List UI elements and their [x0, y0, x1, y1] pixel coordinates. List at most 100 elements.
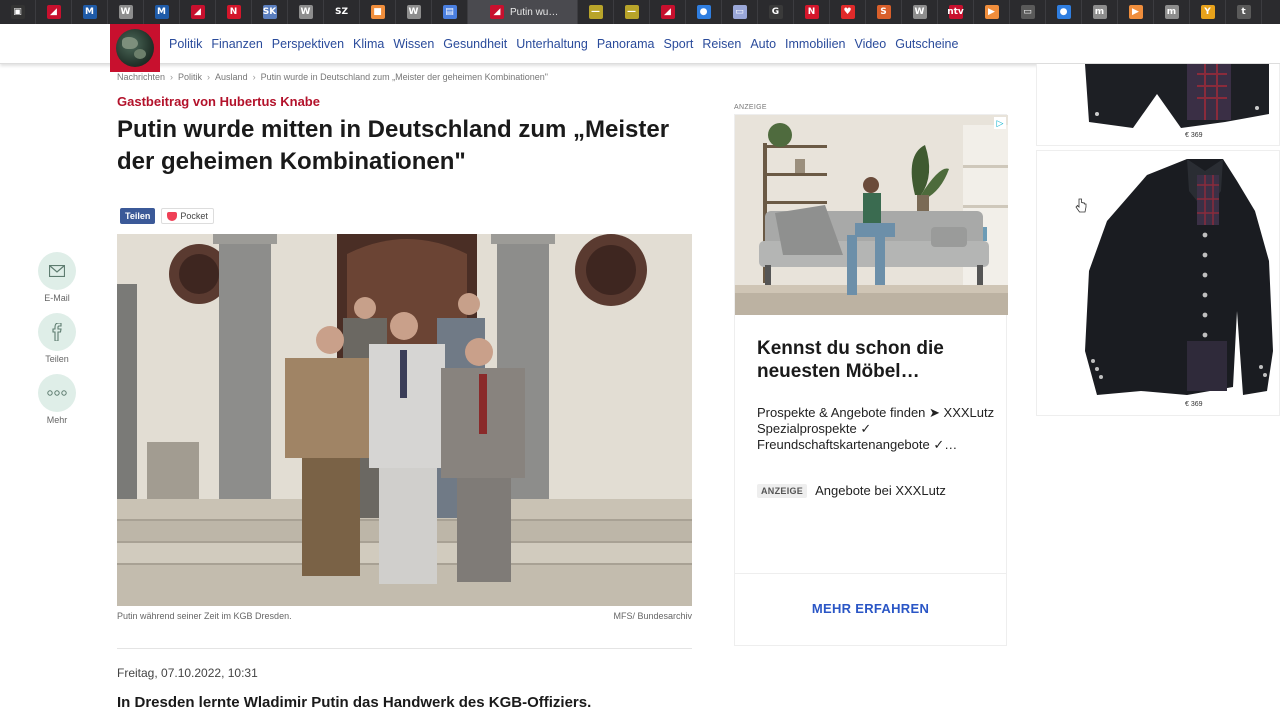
tab-favicon-icon: ntv [947, 5, 964, 19]
jacket-image-1 [1037, 64, 1279, 145]
nav-item[interactable]: Gutscheine [895, 37, 958, 51]
nav-item[interactable]: Finanzen [211, 37, 262, 51]
browser-tab[interactable]: ▶ [1118, 0, 1154, 24]
nav-item[interactable]: Klima [353, 37, 384, 51]
rail-email[interactable]: E-Mail [38, 252, 76, 303]
browser-tab[interactable]: W [396, 0, 432, 24]
jacket-ad-column: € 369 € 369 [1036, 64, 1280, 416]
facebook-share-button[interactable]: Teilen [120, 208, 156, 224]
browser-tab[interactable]: Y [1190, 0, 1226, 24]
browser-tab[interactable]: ● [686, 0, 722, 24]
jacket-image-2 [1037, 151, 1279, 415]
rail-facebook[interactable]: Teilen [38, 313, 76, 364]
photo-caption-row: Putin während seiner Zeit im KGB Dresden… [117, 611, 692, 621]
tab-favicon-icon: ■ [370, 5, 385, 19]
native-ad-card[interactable]: ▷ Kennst du schon die neuesten Möbel… Pr… [734, 114, 1008, 646]
ad-sponsor: ANZEIGE Angebote bei XXXLutz [757, 483, 946, 498]
browser-tab[interactable]: ● [1046, 0, 1082, 24]
browser-tab[interactable]: SZ [324, 0, 360, 24]
browser-tab[interactable]: m [1082, 0, 1118, 24]
tab-favicon-icon: SK [262, 5, 277, 19]
hand-cursor-icon [1075, 198, 1087, 213]
article-kicker: Gastbeitrag von Hubertus Knabe [117, 94, 320, 109]
nav-item[interactable]: Politik [169, 37, 202, 51]
breadcrumb: Nachrichten › Politik › Ausland › Putin wurde … [117, 72, 548, 82]
adchoices-icon[interactable]: ▷ [994, 117, 1006, 129]
ad-brand[interactable]: Angebote bei XXXLutz [815, 483, 946, 498]
breadcrumb-separator-icon: › [252, 72, 256, 82]
browser-tab[interactable]: — [578, 0, 614, 24]
nav-item[interactable]: Unterhaltung [516, 37, 588, 51]
more-dots-icon [38, 374, 76, 412]
browser-tab[interactable]: ntv [938, 0, 974, 24]
browser-tab[interactable]: ▣ [0, 0, 36, 24]
nav-item[interactable]: Immobilien [785, 37, 845, 51]
browser-tab[interactable]: ■ [360, 0, 396, 24]
browser-tab[interactable]: ▭ [1010, 0, 1046, 24]
tab-favicon-icon: m [1164, 5, 1179, 19]
browser-tab[interactable]: ◢ [36, 0, 72, 24]
tab-favicon-icon: ● [696, 5, 711, 19]
tab-favicon-icon: t [1236, 5, 1251, 19]
tab-favicon-icon: W [912, 5, 927, 19]
browser-tab[interactable]: — [614, 0, 650, 24]
breadcrumb-item[interactable]: Politik [178, 72, 202, 82]
pocket-button[interactable]: Pocket [161, 208, 214, 224]
tab-favicon-icon: SZ [334, 5, 349, 19]
rail-share-label: Teilen [45, 354, 69, 364]
nav-item[interactable]: Auto [750, 37, 776, 51]
browser-tab[interactable]: SK [252, 0, 288, 24]
browser-tab[interactable]: W [288, 0, 324, 24]
nav-item[interactable]: Wissen [393, 37, 434, 51]
pocket-icon [167, 211, 178, 221]
browser-tab[interactable]: N [216, 0, 252, 24]
jacket-ad-2[interactable]: € 369 [1036, 150, 1280, 416]
photo-credit: MFS/ Bundesarchiv [613, 611, 692, 621]
nav-item[interactable]: Reisen [702, 37, 741, 51]
rail-more[interactable]: Mehr [38, 374, 76, 425]
browser-tab[interactable]: m [1154, 0, 1190, 24]
browser-tab[interactable]: ♥ [830, 0, 866, 24]
browser-tab[interactable]: ◢ [180, 0, 216, 24]
breadcrumb-item[interactable]: Nachrichten [117, 72, 165, 82]
browser-tab[interactable]: t [1226, 0, 1262, 24]
tab-favicon-icon: m [1092, 5, 1107, 19]
tab-favicon-icon: ♥ [840, 5, 855, 19]
browser-tab[interactable]: ▶ [974, 0, 1010, 24]
nav-item[interactable]: Sport [664, 37, 694, 51]
article-lead: In Dresden lernte Wladimir Putin das Han… [117, 694, 592, 711]
tab-favicon-icon: Y [1200, 5, 1215, 19]
active-browser-tab[interactable]: ◢ Putin wu… [468, 0, 578, 24]
browser-tab[interactable]: S [866, 0, 902, 24]
browser-tab[interactable]: G [758, 0, 794, 24]
ad-separator [735, 573, 1006, 574]
tab-favicon-icon: M [154, 5, 169, 19]
nav-item[interactable]: Video [854, 37, 886, 51]
browser-tab[interactable]: W [902, 0, 938, 24]
article-dateline: Freitag, 07.10.2022, 10:31 [117, 666, 258, 680]
ad-title[interactable]: Kennst du schon die neuesten Möbel… [757, 337, 997, 383]
ad-cta-button[interactable]: MEHR ERFAHREN [735, 601, 1006, 616]
nav-item[interactable]: Panorama [597, 37, 655, 51]
nav-item[interactable]: Perspektiven [272, 37, 344, 51]
ad-image[interactable]: ▷ [735, 115, 1008, 315]
browser-tab[interactable]: ▭ [722, 0, 758, 24]
tab-favicon-icon: S [876, 5, 891, 19]
browser-tab[interactable]: M [72, 0, 108, 24]
breadcrumb-separator-icon: › [170, 72, 174, 82]
jacket-price-2: € 369 [1185, 401, 1203, 408]
browser-tab[interactable]: N [794, 0, 830, 24]
tab-favicon-icon: ◢ [490, 5, 504, 19]
browser-tab[interactable]: M [144, 0, 180, 24]
jacket-ad-1[interactable]: € 369 [1036, 64, 1280, 146]
kgb-group-photo [117, 234, 692, 606]
breadcrumb-item[interactable]: Ausland [215, 72, 248, 82]
browser-tab[interactable]: W [108, 0, 144, 24]
browser-tab[interactable]: ▤ [432, 0, 468, 24]
tab-favicon-icon: W [406, 5, 421, 19]
site-logo[interactable] [110, 24, 160, 72]
nav-item[interactable]: Gesundheit [443, 37, 507, 51]
rail-email-label: E-Mail [44, 293, 70, 303]
article-photo[interactable] [117, 234, 692, 606]
browser-tab[interactable]: ◢ [650, 0, 686, 24]
